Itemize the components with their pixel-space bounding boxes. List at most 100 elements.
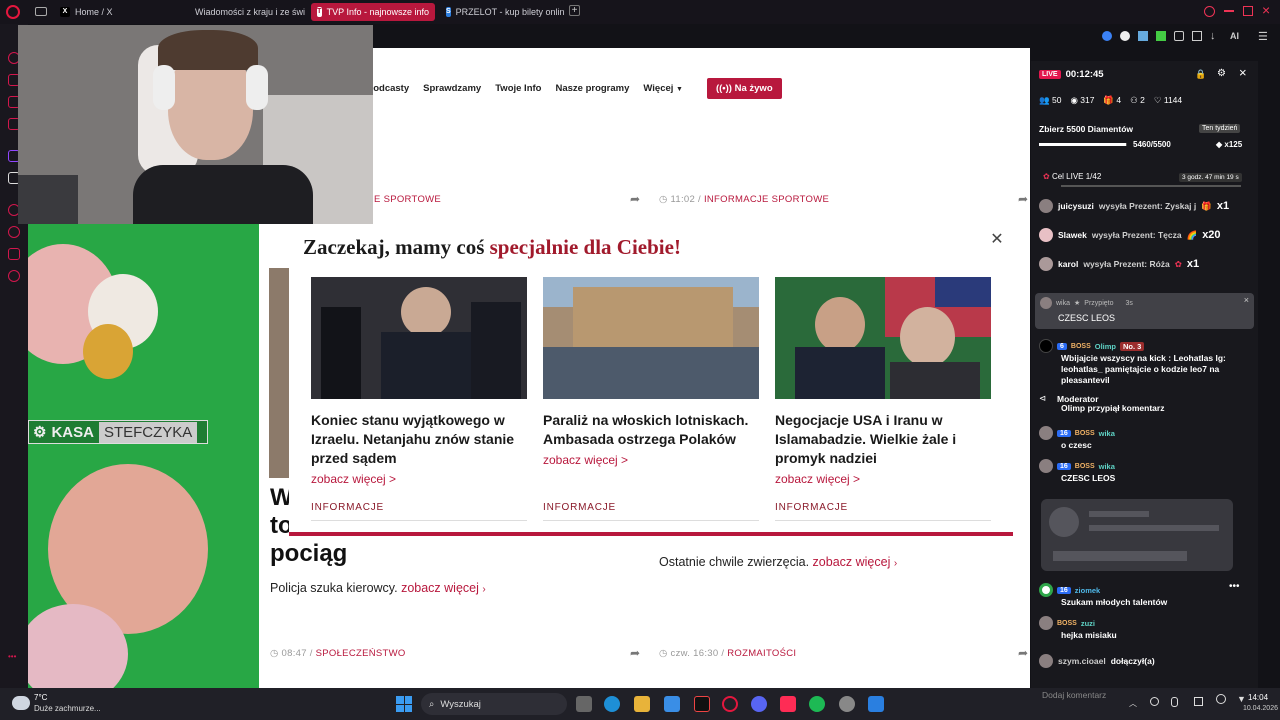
card-title[interactable]: Negocjacje USA i Iranu w Islamabadzie. W… (775, 411, 991, 468)
nav-item-nasze-programy[interactable]: Nasze programy (555, 83, 629, 94)
close-icon[interactable]: × (1239, 65, 1247, 80)
sidebar-more-icon[interactable]: ••• (8, 652, 16, 661)
windows-start-icon[interactable] (396, 696, 412, 712)
gift-user[interactable]: karol (1058, 259, 1078, 269)
close-icon[interactable]: ✕ (989, 232, 1005, 248)
extensions-puzzle-icon[interactable] (1174, 31, 1184, 41)
tab-przelot[interactable]: S PRZELOT - kup bilety onlin (440, 3, 564, 21)
store-icon[interactable] (664, 696, 680, 712)
pinned-user[interactable]: wika (1056, 300, 1070, 307)
chat-user[interactable]: wika (1099, 462, 1115, 471)
spotify-icon[interactable] (809, 696, 825, 712)
avatar[interactable] (1039, 257, 1053, 271)
share-icon[interactable]: ➦ (1018, 647, 1030, 659)
read-more-link[interactable]: zobacz więcej > (311, 472, 527, 486)
read-more-link[interactable]: zobacz więcej > (543, 453, 759, 467)
chevron-up-icon[interactable]: ︿ (1129, 698, 1137, 709)
extension-icon[interactable] (1102, 31, 1112, 41)
card-category[interactable]: INFORMACJE (543, 502, 759, 521)
wifi-icon[interactable]: ▼ (1237, 694, 1246, 704)
weather-desc[interactable]: Duże zachmurze... (34, 704, 101, 713)
search-tabs-icon[interactable] (1204, 6, 1215, 17)
category-link[interactable]: E SPORTOWE (374, 194, 441, 205)
tray-icon[interactable] (1150, 697, 1159, 706)
sidebar-send-icon[interactable] (8, 248, 20, 260)
share-icon[interactable]: ➦ (630, 647, 642, 659)
more-options-icon[interactable]: ••• (1229, 581, 1240, 592)
read-more-link[interactable]: zobacz więcej > (775, 472, 991, 486)
category-link[interactable]: SPOŁECZEŃSTWO (316, 648, 406, 659)
read-more-link[interactable]: zobacz więcej (813, 555, 891, 569)
modal-card[interactable]: Koniec stanu wyjątkowego w Izraelu. Neta… (311, 277, 527, 521)
gift-user[interactable]: juicysuzi (1058, 201, 1094, 211)
nav-item-sprawdzamy[interactable]: Sprawdzamy (423, 83, 481, 94)
avatar[interactable] (1039, 339, 1053, 353)
settings-icon[interactable]: ⚙ (1217, 68, 1226, 79)
extension-icon[interactable] (1138, 31, 1148, 41)
tab-wiadomosci[interactable]: Wiadomości z kraju i ze świ (184, 3, 308, 21)
article-image[interactable] (269, 268, 291, 478)
close-window-icon[interactable]: × (1262, 2, 1270, 18)
kasa-stefczyka-ad[interactable]: ⚙ KASA STEFCZYKA (28, 224, 259, 688)
extension-icon[interactable] (1156, 31, 1166, 41)
card-category[interactable]: INFORMACJE (311, 502, 527, 521)
modal-card[interactable]: Paraliż na włoskich lotniskach. Ambasada… (543, 277, 759, 521)
sidebar-settings-icon[interactable] (8, 270, 20, 282)
aria-ai-icon[interactable]: AI (1230, 31, 1239, 41)
tab-tvp-info[interactable]: T TVP Info - najnowsze info (311, 3, 435, 21)
share-icon[interactable]: ➦ (630, 193, 642, 205)
share-icon[interactable]: ➦ (1018, 193, 1030, 205)
avatar[interactable] (1039, 583, 1053, 597)
card-image[interactable] (775, 277, 991, 399)
read-more-link[interactable]: zobacz więcej (401, 581, 479, 595)
card-image[interactable] (311, 277, 527, 399)
live-button[interactable]: ((•)) Na żywo (706, 78, 782, 99)
clock-date[interactable]: 10.04.2026 (1230, 705, 1278, 712)
clock-time[interactable]: 14:04 (1248, 693, 1268, 702)
lock-icon[interactable]: 🔒 (1195, 69, 1206, 80)
chat-user[interactable]: Moderator (1057, 394, 1099, 404)
taskbar-search[interactable]: ⌕ Wyszukaj (421, 693, 567, 715)
card-image[interactable] (543, 277, 759, 399)
task-view-icon[interactable] (576, 696, 592, 712)
close-icon[interactable]: × (1244, 295, 1249, 305)
download-icon[interactable]: ↓ (1210, 30, 1216, 42)
weather-temp[interactable]: 7°C (34, 693, 47, 702)
snapshot-icon[interactable] (1192, 31, 1202, 41)
avatar[interactable] (1039, 199, 1053, 213)
gift-user[interactable]: Slawek (1058, 230, 1087, 240)
menu-icon[interactable]: ☰ (1258, 30, 1268, 43)
maximize-icon[interactable] (1243, 6, 1253, 16)
edge-icon[interactable] (604, 696, 620, 712)
nav-item-podcasty[interactable]: Podcasty (367, 83, 409, 94)
nav-item-twoje-info[interactable]: Twoje Info (495, 83, 541, 94)
avatar[interactable] (1039, 654, 1053, 668)
emoji-icon[interactable] (1216, 694, 1226, 704)
avatar[interactable] (1039, 426, 1053, 440)
microphone-icon[interactable] (1171, 697, 1178, 707)
new-tab-plus-icon[interactable]: + (569, 5, 580, 16)
tab-x[interactable]: X Home / X (54, 3, 184, 21)
avatar[interactable] (1039, 459, 1053, 473)
comment-input[interactable]: Dodaj komentarz (1042, 690, 1106, 700)
chat-user[interactable]: zuzi (1081, 619, 1095, 628)
avatar[interactable] (1039, 616, 1053, 630)
nav-item-wiecej[interactable]: Więcej ▼ (643, 83, 683, 94)
app-grid-icon[interactable] (868, 696, 884, 712)
tiktok-icon[interactable] (780, 696, 796, 712)
tab-panel-icon[interactable] (35, 7, 47, 16)
modal-card[interactable]: Negocjacje USA i Iranu w Islamabadzie. W… (775, 277, 991, 521)
category-link[interactable]: INFORMACJE SPORTOWE (704, 194, 829, 205)
category-link[interactable]: ROZMAITOŚCI (727, 648, 796, 659)
extension-icon[interactable] (1120, 31, 1130, 41)
sidebar-history-icon[interactable] (8, 226, 20, 238)
file-explorer-icon[interactable] (634, 696, 650, 712)
tray-icon[interactable] (1194, 697, 1203, 706)
card-category[interactable]: INFORMACJE (775, 502, 991, 521)
chat-user[interactable]: Olimp (1095, 342, 1116, 351)
avatar[interactable] (1039, 228, 1053, 242)
minimize-icon[interactable] (1224, 10, 1234, 12)
card-title[interactable]: Paraliż na włoskich lotniskach. Ambasada… (543, 411, 759, 449)
app-icon[interactable] (839, 696, 855, 712)
discord-icon[interactable] (751, 696, 767, 712)
